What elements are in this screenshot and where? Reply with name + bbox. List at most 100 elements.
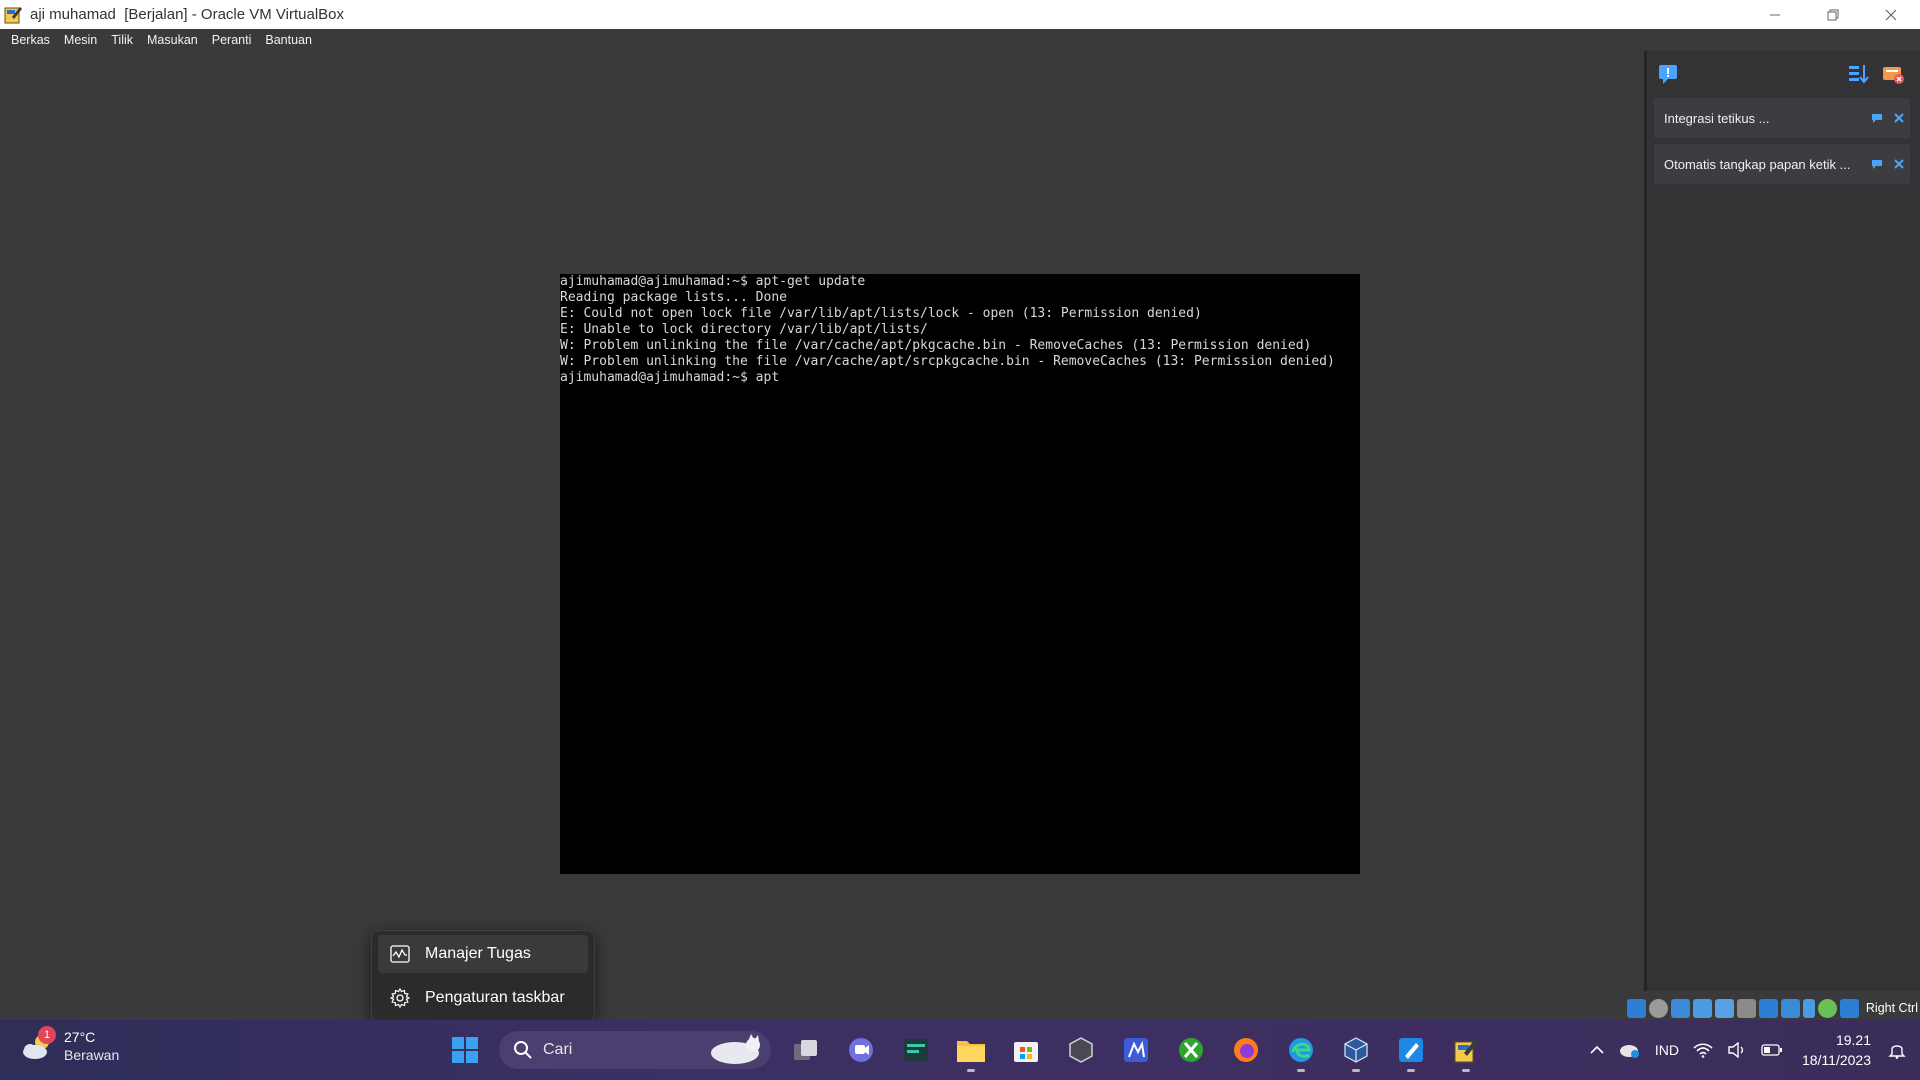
- notification-mouse-integration[interactable]: Integrasi tetikus ...: [1654, 98, 1910, 138]
- vm-display-area[interactable]: ajimuhamad@ajimuhamad:~$ apt-get update …: [0, 51, 1644, 1021]
- menu-peranti[interactable]: Peranti: [205, 29, 259, 51]
- restore-button[interactable]: [1804, 0, 1862, 29]
- edge-icon: [1289, 1038, 1313, 1062]
- show-hidden-icons-button[interactable]: [1589, 1042, 1605, 1058]
- file-explorer-button[interactable]: [946, 1026, 996, 1074]
- running-indicator: [1297, 1069, 1305, 1072]
- weather-condition: Berawan: [64, 1047, 120, 1063]
- weather-alert-badge: 1: [38, 1026, 56, 1044]
- virtualbox-vm-icon: [1454, 1038, 1479, 1063]
- notifications-button[interactable]: [1888, 1041, 1906, 1059]
- start-button[interactable]: [440, 1026, 490, 1074]
- notification-help-button[interactable]: [1866, 107, 1888, 129]
- terminal-line: E: Unable to lock directory /var/lib/apt…: [560, 322, 928, 337]
- bell-icon: [1888, 1045, 1906, 1059]
- taskbar-clock[interactable]: 19.21 18/11/2023: [1802, 1030, 1871, 1070]
- display-icon[interactable]: [1758, 998, 1778, 1018]
- running-indicator: [1407, 1069, 1415, 1072]
- sort-notifications-icon[interactable]: [1847, 62, 1871, 86]
- language-label: IND: [1654, 1042, 1679, 1058]
- xbox-button[interactable]: [1166, 1026, 1216, 1074]
- notification-text: Integrasi tetikus ...: [1664, 110, 1770, 126]
- taskbar-context-menu: Manajer Tugas Pengaturan taskbar: [371, 930, 595, 1022]
- firefox-button[interactable]: [1221, 1026, 1271, 1074]
- terminal-line: E: Could not open lock file /var/lib/apt…: [560, 306, 1202, 321]
- minimize-icon: [1770, 14, 1780, 15]
- task-manager-icon: [389, 943, 411, 965]
- close-icon: [1885, 9, 1897, 20]
- edge-button[interactable]: [1276, 1026, 1326, 1074]
- restore-icon: [1827, 9, 1839, 20]
- notification-help-button[interactable]: [1866, 153, 1888, 175]
- windows-taskbar: 1 27°C Berawan Cari IND 19.21 18/11/2023: [0, 1020, 1920, 1080]
- window-title: aji muhamad [Berjalan] - Oracle VM Virtu…: [30, 6, 345, 23]
- ide-app-icon: [904, 1039, 928, 1061]
- menu-bar: Berkas Mesin Tilik Masukan Peranti Bantu…: [0, 29, 1920, 51]
- shared-folders-icon[interactable]: [1736, 998, 1756, 1018]
- notification-close-button[interactable]: [1888, 107, 1910, 129]
- clear-notifications-icon[interactable]: [1881, 62, 1905, 86]
- paint-app-button[interactable]: [1386, 1026, 1436, 1074]
- folder-icon: [957, 1041, 985, 1062]
- notification-panel: Integrasi tetikus ... Otomatis tangkap p…: [1644, 51, 1920, 991]
- vt-x-icon[interactable]: [1802, 998, 1815, 1018]
- notification-center-icon[interactable]: [1657, 62, 1681, 86]
- microsoft-store-button[interactable]: [1001, 1026, 1051, 1074]
- recording-icon[interactable]: [1780, 998, 1800, 1018]
- menu-masukan[interactable]: Masukan: [140, 29, 205, 51]
- hard-disk-icon[interactable]: [1626, 998, 1646, 1018]
- help-icon: [1872, 160, 1882, 169]
- editor-app-icon: [1124, 1038, 1148, 1062]
- audio-icon[interactable]: [1670, 998, 1690, 1018]
- menu-item-task-manager[interactable]: Manajer Tugas: [378, 935, 588, 973]
- teams-chat-button[interactable]: [836, 1026, 886, 1074]
- system-tray: IND 19.21 18/11/2023: [1582, 1020, 1920, 1080]
- unity-icon: [1069, 1037, 1093, 1063]
- menu-item-label: Manajer Tugas: [425, 945, 531, 962]
- menu-mesin[interactable]: Mesin: [57, 29, 104, 51]
- running-indicator: [967, 1069, 975, 1072]
- volume-tray-icon[interactable]: [1727, 1042, 1747, 1058]
- vm-terminal-screen[interactable]: ajimuhamad@ajimuhamad:~$ apt-get update …: [560, 274, 1360, 874]
- taskbar-pinned-apps: Cari: [440, 1026, 1496, 1074]
- chevron-up-icon: [1590, 1045, 1604, 1054]
- task-view-button[interactable]: [781, 1026, 831, 1074]
- vscode-insiders-button[interactable]: [891, 1026, 941, 1074]
- usb-icon[interactable]: [1714, 998, 1734, 1018]
- menu-tilik[interactable]: Tilik: [104, 29, 140, 51]
- windows-logo-icon: [452, 1037, 478, 1063]
- paint-icon: [1399, 1038, 1423, 1062]
- menu-bantuan[interactable]: Bantuan: [258, 29, 319, 51]
- notification-keyboard-capture[interactable]: Otomatis tangkap papan ketik ...: [1654, 144, 1910, 184]
- input-language-indicator[interactable]: IND: [1655, 1042, 1679, 1058]
- virtualbox-manager-button[interactable]: [1331, 1026, 1381, 1074]
- unity-hub-button[interactable]: [1056, 1026, 1106, 1074]
- virtualbox-app-icon[interactable]: [4, 5, 24, 25]
- terminal-line: W: Problem unlinking the file /var/cache…: [560, 354, 1335, 369]
- mouse-integration-icon[interactable]: [1817, 998, 1837, 1018]
- close-icon: [1894, 159, 1904, 169]
- cloud-sync-icon: [1619, 1045, 1639, 1058]
- notification-close-button[interactable]: [1888, 153, 1910, 175]
- search-icon: [514, 1041, 532, 1059]
- close-button[interactable]: [1862, 0, 1920, 29]
- network-icon[interactable]: [1692, 998, 1712, 1018]
- editor-app-button[interactable]: [1111, 1026, 1161, 1074]
- menu-berkas[interactable]: Berkas: [4, 29, 57, 51]
- menu-item-taskbar-settings[interactable]: Pengaturan taskbar: [378, 979, 588, 1017]
- weather-widget[interactable]: 1 27°C Berawan: [20, 1026, 120, 1064]
- window-title-bar: aji muhamad [Berjalan] - Oracle VM Virtu…: [0, 0, 1920, 29]
- onedrive-tray-icon[interactable]: [1619, 1041, 1641, 1059]
- battery-tray-icon[interactable]: [1761, 1044, 1783, 1056]
- battery-icon: [1761, 1044, 1782, 1056]
- host-key-arrow-icon[interactable]: [1839, 998, 1859, 1018]
- minimize-button[interactable]: [1746, 0, 1804, 29]
- terminal-line: ajimuhamad@ajimuhamad:~$ apt-get update: [560, 274, 866, 289]
- taskbar-search-box[interactable]: Cari: [499, 1031, 771, 1069]
- weather-temperature: 27°C: [64, 1029, 96, 1045]
- weather-cloud-icon: 1: [20, 1026, 56, 1064]
- virtualbox-vm-button[interactable]: [1441, 1026, 1491, 1074]
- optical-drive-icon[interactable]: [1648, 998, 1668, 1018]
- network-tray-icon[interactable]: [1693, 1042, 1713, 1058]
- gear-icon: [389, 987, 411, 1009]
